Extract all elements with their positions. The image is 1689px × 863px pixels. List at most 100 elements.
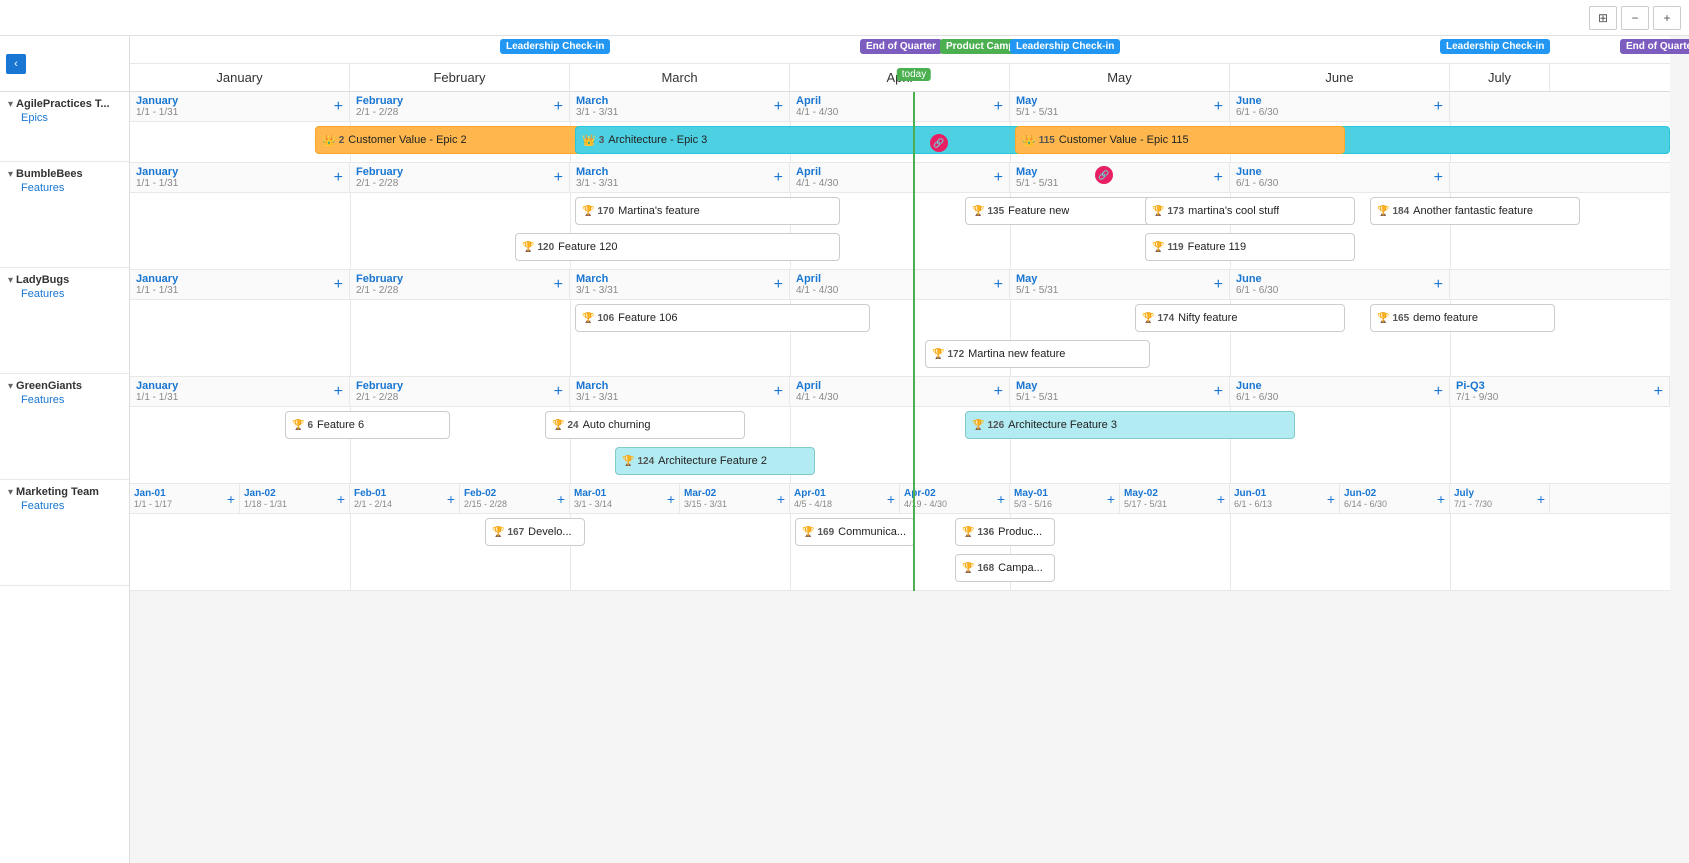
- add-btn[interactable]: +: [1654, 384, 1663, 400]
- group-name-row[interactable]: ▾Marketing Team: [8, 486, 121, 498]
- add-btn[interactable]: +: [1437, 491, 1445, 507]
- feature-bar[interactable]: 🏆168Campa...: [955, 554, 1055, 582]
- feature-bar[interactable]: 🏆124Architecture Feature 2: [615, 447, 815, 475]
- add-btn[interactable]: +: [447, 491, 455, 507]
- feature-bar[interactable]: 🏆167Develo...: [485, 518, 585, 546]
- add-btn[interactable]: +: [334, 277, 343, 293]
- bar-name: Feature 120: [558, 241, 617, 253]
- add-btn[interactable]: +: [994, 277, 1003, 293]
- view-toggle-btn[interactable]: ⊞: [1589, 6, 1617, 30]
- group-name-row[interactable]: ▾LadyBugs: [8, 274, 121, 286]
- sub-month-name: February: [356, 380, 403, 392]
- zoom-out-btn[interactable]: −: [1621, 6, 1649, 30]
- feature-bar[interactable]: 🏆184Another fantastic feature: [1370, 197, 1580, 225]
- sub-month-range: 3/1 - 3/31: [576, 178, 618, 189]
- add-btn[interactable]: +: [337, 491, 345, 507]
- feature-bar[interactable]: 🏆169Communica...: [795, 518, 915, 546]
- add-btn[interactable]: +: [334, 99, 343, 115]
- add-btn[interactable]: +: [774, 170, 783, 186]
- add-btn[interactable]: +: [1537, 491, 1545, 507]
- group-name-row[interactable]: ▾AgilePractices T...: [8, 98, 121, 110]
- bar-id: 167: [507, 527, 524, 538]
- group-name-row[interactable]: ▾BumbleBees: [8, 168, 121, 180]
- zoom-in-btn[interactable]: +: [1653, 6, 1681, 30]
- group-label[interactable]: Epics: [8, 112, 121, 124]
- month-cell: May: [1010, 64, 1230, 91]
- sub-month-name: Pi-Q3: [1456, 380, 1498, 392]
- add-btn[interactable]: +: [997, 491, 1005, 507]
- group-left-cell: ▾LadyBugs Features: [0, 268, 129, 374]
- add-btn[interactable]: +: [774, 99, 783, 115]
- today-label: today: [897, 68, 931, 81]
- feature-bar[interactable]: 🏆170Martina's feature: [575, 197, 840, 225]
- right-panel[interactable]: Leadership Check-inEnd of QuarterProduct…: [130, 36, 1689, 863]
- grid-line: [350, 300, 351, 376]
- bar-id: 184: [1392, 206, 1409, 217]
- add-btn[interactable]: +: [994, 170, 1003, 186]
- add-btn[interactable]: +: [1107, 491, 1115, 507]
- add-btn[interactable]: +: [1434, 99, 1443, 115]
- sub-month-range: 6/1 - 6/30: [1236, 285, 1278, 296]
- feature-bar[interactable]: 🏆126Architecture Feature 3: [965, 411, 1295, 439]
- add-btn[interactable]: +: [554, 277, 563, 293]
- group-name-row[interactable]: ▾GreenGiants: [8, 380, 121, 392]
- add-btn[interactable]: +: [777, 491, 785, 507]
- feature-bar[interactable]: 🏆136Produc...: [955, 518, 1055, 546]
- add-btn[interactable]: +: [774, 384, 783, 400]
- add-btn[interactable]: +: [1214, 99, 1223, 115]
- add-btn[interactable]: +: [1327, 491, 1335, 507]
- add-btn[interactable]: +: [1214, 384, 1223, 400]
- group-right-wrapper: January1/1 - 1/31+February2/1 - 2/28+Mar…: [130, 270, 1670, 377]
- add-btn[interactable]: +: [774, 277, 783, 293]
- group-label[interactable]: Features: [8, 182, 121, 194]
- trophy-icon: 🏆: [582, 206, 594, 217]
- add-btn[interactable]: +: [1434, 277, 1443, 293]
- add-btn[interactable]: +: [1214, 277, 1223, 293]
- feature-bar[interactable]: 🏆120Feature 120: [515, 233, 840, 261]
- nav-prev-btn[interactable]: ‹: [6, 54, 26, 74]
- add-btn[interactable]: +: [887, 491, 895, 507]
- epic-bar[interactable]: 👑115Customer Value - Epic 115: [1015, 126, 1345, 154]
- add-btn[interactable]: +: [554, 99, 563, 115]
- add-btn[interactable]: +: [1214, 170, 1223, 186]
- feature-bar[interactable]: 🏆174Nifty feature: [1135, 304, 1345, 332]
- bar-id: 135: [987, 206, 1004, 217]
- add-btn[interactable]: +: [554, 384, 563, 400]
- feature-bar[interactable]: 🏆173martina's cool stuff: [1145, 197, 1355, 225]
- group-label[interactable]: Features: [8, 288, 121, 300]
- group-label[interactable]: Features: [8, 394, 121, 406]
- group-name: LadyBugs: [16, 274, 69, 286]
- feature-bar[interactable]: 🏆172Martina new feature: [925, 340, 1150, 368]
- group-left-cell: ▾AgilePractices T... Epics: [0, 92, 129, 162]
- link-icon[interactable]: 🔗: [1095, 166, 1113, 184]
- add-btn[interactable]: +: [334, 384, 343, 400]
- bar-id: 3: [599, 135, 605, 146]
- feature-bar[interactable]: 🏆119Feature 119: [1145, 233, 1355, 261]
- feature-bar[interactable]: 🏆165demo feature: [1370, 304, 1555, 332]
- feat-area: 🏆170Martina's feature🏆120Feature 120🏆135…: [130, 193, 1670, 269]
- bar-id: 115: [1039, 135, 1055, 146]
- feature-bar[interactable]: 🏆24Auto churning: [545, 411, 745, 439]
- add-btn[interactable]: +: [554, 170, 563, 186]
- group-label[interactable]: Features: [8, 500, 121, 512]
- sub-cell: January1/1 - 1/31+: [130, 377, 350, 406]
- link-icon[interactable]: 🔗: [930, 134, 948, 152]
- feature-bar[interactable]: 🏆6Feature 6: [285, 411, 450, 439]
- add-btn[interactable]: +: [1434, 384, 1443, 400]
- feat-area: 🏆6Feature 6 🏆24Auto churning 🏆124Architect…: [130, 407, 1670, 483]
- sub-month-range: 4/1 - 4/30: [796, 285, 838, 296]
- feature-bar[interactable]: 🏆135Feature new: [965, 197, 1160, 225]
- sub-month-name: Mar-02: [684, 488, 727, 499]
- add-btn[interactable]: +: [557, 491, 565, 507]
- bar-id: 2: [339, 135, 345, 146]
- add-btn[interactable]: +: [334, 170, 343, 186]
- add-btn[interactable]: +: [1434, 170, 1443, 186]
- add-btn[interactable]: +: [994, 384, 1003, 400]
- sub-month-range: 3/1 - 3/14: [574, 499, 612, 509]
- feature-bar[interactable]: 🏆106Feature 106: [575, 304, 870, 332]
- add-btn[interactable]: +: [667, 491, 675, 507]
- add-btn[interactable]: +: [994, 99, 1003, 115]
- add-btn[interactable]: +: [227, 491, 235, 507]
- add-btn[interactable]: +: [1217, 491, 1225, 507]
- sub-month-name: March: [576, 166, 618, 178]
